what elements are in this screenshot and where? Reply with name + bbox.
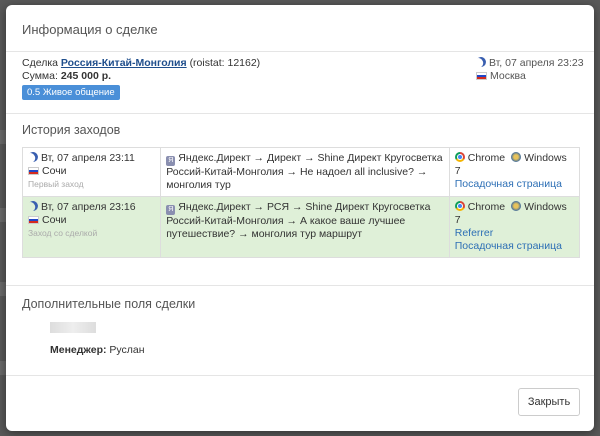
visit-source: Яндекс.Директ → Директ → Shine Директ Кр… xyxy=(166,152,443,191)
visit-note: Заход со сделкой xyxy=(28,228,98,238)
visit-browser: Chrome xyxy=(467,201,506,213)
visit-datetime: Вт, 07 апреля 23:11 xyxy=(41,152,135,164)
visit-client-cell: Chrome Windows 7 Посадочная страница xyxy=(448,147,581,197)
visit-browser: Chrome xyxy=(467,152,506,164)
russia-flag-icon xyxy=(28,167,39,175)
deal-sum-label: Сумма: xyxy=(22,70,58,82)
deal-roistat-id: (roistat: 12162) xyxy=(189,57,261,69)
landing-page-link[interactable]: Посадочная страница xyxy=(455,178,562,190)
russia-flag-icon xyxy=(476,72,487,80)
section-divider xyxy=(6,113,594,114)
redacted-field xyxy=(50,322,96,333)
yandex-direct-icon: Я xyxy=(166,205,176,215)
deal-city: Москва xyxy=(490,70,526,82)
visit-source-cell: Я Яндекс.Директ → РСЯ → Shine Директ Круг… xyxy=(160,196,450,258)
visit-time-cell: Вт, 07 апреля 23:16 Сочи Заход со сделко… xyxy=(21,196,162,258)
manager-field: Менеджер: Руслан xyxy=(50,344,145,356)
manager-label: Менеджер: xyxy=(50,344,107,356)
windows-icon xyxy=(511,201,522,211)
deal-sum-value: 245 000 р. xyxy=(60,70,112,82)
yandex-direct-icon: Я xyxy=(166,156,176,166)
visit-note: Первый заход xyxy=(28,179,84,189)
night-time-icon xyxy=(27,151,40,164)
visit-city: Сочи xyxy=(42,165,67,177)
chrome-icon xyxy=(454,152,465,162)
windows-icon xyxy=(511,152,522,162)
visit-source-cell: Я Яндекс.Директ → Директ → Shine Директ К… xyxy=(160,147,450,197)
section-divider xyxy=(6,285,594,286)
visit-datetime: Вт, 07 апреля 23:16 xyxy=(41,201,136,213)
close-button[interactable]: Закрыть xyxy=(518,388,580,416)
extra-fields-section-title: Дополнительные поля сделки xyxy=(22,297,196,311)
deal-details: Сделка Россия-Китай-Монголия (roistat: 1… xyxy=(22,57,260,100)
visit-city: Сочи xyxy=(42,214,67,226)
deal-meta: Вт, 07 апреля 23:23 Москва xyxy=(476,57,584,83)
modal-footer-divider xyxy=(6,375,594,376)
modal-title: Информация о сделке xyxy=(22,22,158,37)
table-row: Вт, 07 апреля 23:11 Сочи Первый заход ЯЯ… xyxy=(21,147,581,197)
deal-name-link[interactable]: Россия-Китай-Монголия xyxy=(61,57,187,69)
russia-flag-icon xyxy=(28,216,39,224)
landing-page-link[interactable]: Посадочная страница xyxy=(455,240,562,252)
visit-history-table: Вт, 07 апреля 23:11 Сочи Первый заход ЯЯ… xyxy=(21,147,581,258)
deal-info-modal: Информация о сделке Сделка Россия-Китай-… xyxy=(6,5,594,431)
visit-time-cell: Вт, 07 апреля 23:11 Сочи Первый заход xyxy=(21,147,162,197)
table-row: Вт, 07 апреля 23:16 Сочи Заход со сделко… xyxy=(21,196,581,258)
visit-client-cell: Chrome Windows 7 Referrer Посадочная стра… xyxy=(448,196,581,258)
history-section-title: История заходов xyxy=(22,123,121,137)
chrome-icon xyxy=(454,201,465,211)
night-time-icon xyxy=(475,56,488,69)
night-time-icon xyxy=(27,200,40,213)
deal-prefix: Сделка xyxy=(22,57,58,69)
referrer-link[interactable]: Referrer xyxy=(455,227,494,239)
deal-stage-badge: 0.5 Живое общение xyxy=(22,85,120,100)
visit-source: Яндекс.Директ → РСЯ → Shine Директ Круго… xyxy=(166,201,431,240)
modal-header: Информация о сделке xyxy=(6,5,594,52)
manager-value: Руслан xyxy=(109,344,145,356)
deal-created: Вт, 07 апреля 23:23 xyxy=(489,57,584,69)
